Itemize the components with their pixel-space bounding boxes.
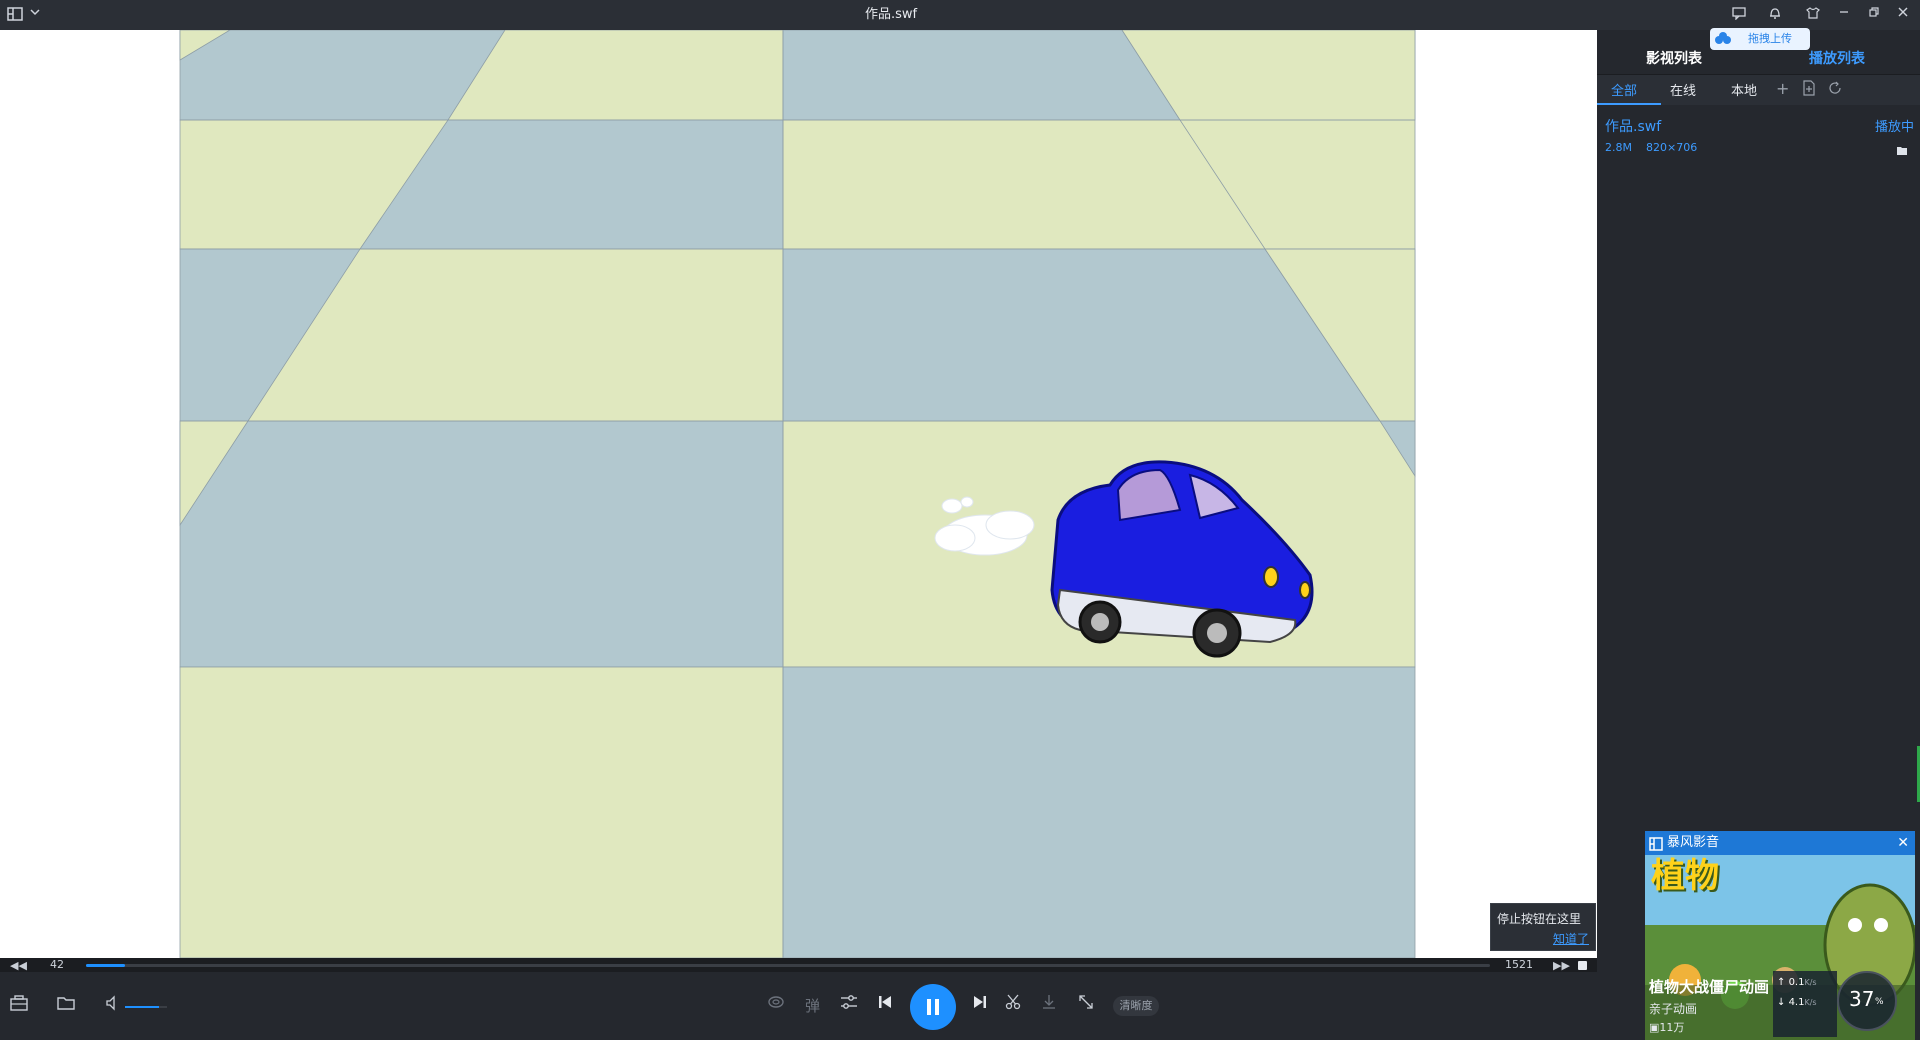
folder-icon[interactable] [57,995,75,1015]
3d-icon[interactable] [767,994,785,1014]
close-icon[interactable] [1894,6,1912,24]
video-canvas[interactable]: 停止按钮在这里 知道了 [0,30,1597,958]
restore-icon[interactable] [1865,6,1883,24]
control-bar: 弹 清晰度 [0,972,1597,1040]
volume-slider[interactable] [125,1006,167,1008]
play-count-icon: ▣ [1649,1021,1660,1034]
seek-bar[interactable] [86,964,1490,967]
cpu-percent: 37 [1849,987,1875,1011]
stop-icon[interactable] [1578,961,1587,970]
window-title: 作品.swf [864,7,918,22]
video-frame [0,30,1597,958]
danmu-button[interactable]: 弹 [805,995,820,1016]
playlist-item-size: 2.8M [1605,141,1632,154]
ad-logo-text: 植物 [1651,856,1719,896]
message-icon[interactable] [1730,6,1748,24]
toolbox-icon[interactable] [10,995,28,1015]
cpu-gauge: 37 % [1837,971,1897,1031]
fast-forward-icon[interactable]: ▶▶ [1553,959,1570,972]
subtab-all[interactable]: 全部 [1611,80,1637,99]
minimize-icon[interactable] [1835,6,1853,24]
stop-button-tooltip: 停止按钮在这里 知道了 [1490,903,1596,951]
total-frames: 1521 [1505,958,1533,971]
cpu-percent-sign: % [1875,997,1884,1007]
download-icon[interactable] [1042,994,1056,1014]
skin-icon[interactable] [1804,6,1822,24]
progress-row: ◀◀ 42 1521 ▶▶ [0,958,1597,972]
add-file-icon[interactable] [1802,80,1816,100]
playlist-item-status: 播放中 [1874,120,1914,135]
upload-tip-text: 拖拽上传 [1748,32,1792,45]
quality-button[interactable]: 清晰度 [1113,996,1159,1016]
adjust-icon[interactable] [840,994,858,1014]
ad-close-icon[interactable]: ✕ [1897,831,1909,855]
playlist-item[interactable]: 作品.swf 播放中 2.8M 820×706 [1597,108,1920,158]
download-speed-unit: K/s [1804,998,1817,1007]
download-speed: ↓ 4.1K/s [1777,997,1817,1008]
tab-playlist[interactable]: 播放列表 [1809,48,1865,68]
next-icon[interactable] [973,994,987,1014]
title-bar: 作品.swf [0,0,1920,30]
cloud-icon [1714,31,1732,55]
network-speed: ↑ 0.1K/s ↓ 4.1K/s [1773,971,1837,1037]
subtab-local[interactable]: 本地 [1731,80,1757,99]
upload-speed-unit: K/s [1804,978,1817,987]
ad-title: 植物大战僵尸动画 [1649,978,1770,996]
tooltip-text: 停止按钮在这里 [1497,912,1582,926]
ad-views: ▣11万 [1649,1019,1684,1035]
scissors-icon[interactable] [1005,994,1021,1014]
ad-subtitle: 亲子动画 [1649,1002,1698,1016]
playlist-item-resolution: 820×706 [1646,141,1698,154]
subtab-online[interactable]: 在线 [1670,80,1696,99]
upload-speed: ↑ 0.1K/s [1777,977,1817,988]
bell-icon[interactable] [1766,6,1784,24]
fullscreen-icon[interactable] [1078,994,1094,1014]
add-icon[interactable]: + [1776,79,1789,98]
refresh-icon[interactable] [1828,80,1842,99]
subtab-indicator [1597,103,1661,105]
playlist-item-name: 作品.swf [1605,119,1662,135]
volume-icon[interactable] [105,995,121,1015]
volume-slider-fill [125,1006,159,1008]
ad-views-text: 11万 [1659,1021,1685,1034]
download-speed-value: 4.1 [1788,997,1805,1008]
upload-tip[interactable]: 拖拽上传 [1710,28,1810,50]
pause-button[interactable] [910,984,956,1030]
tooltip-dismiss-link[interactable]: 知道了 [1553,930,1589,947]
ad-popup[interactable]: 暴风影音 ✕ 植物 植物大战僵尸动画 亲子动画 ▣11万 ↑ 0.1K/s ↓ … [1645,831,1915,1040]
tab-video-list[interactable]: 影视列表 [1646,48,1702,68]
upload-speed-value: 0.1 [1788,977,1805,988]
open-folder-icon[interactable] [1896,141,1908,160]
previous-icon[interactable] [878,994,892,1014]
current-frame: 42 [50,958,64,971]
rewind-icon[interactable]: ◀◀ [10,959,27,972]
subtab-bar [1597,75,1920,105]
seek-bar-fill [86,964,126,967]
